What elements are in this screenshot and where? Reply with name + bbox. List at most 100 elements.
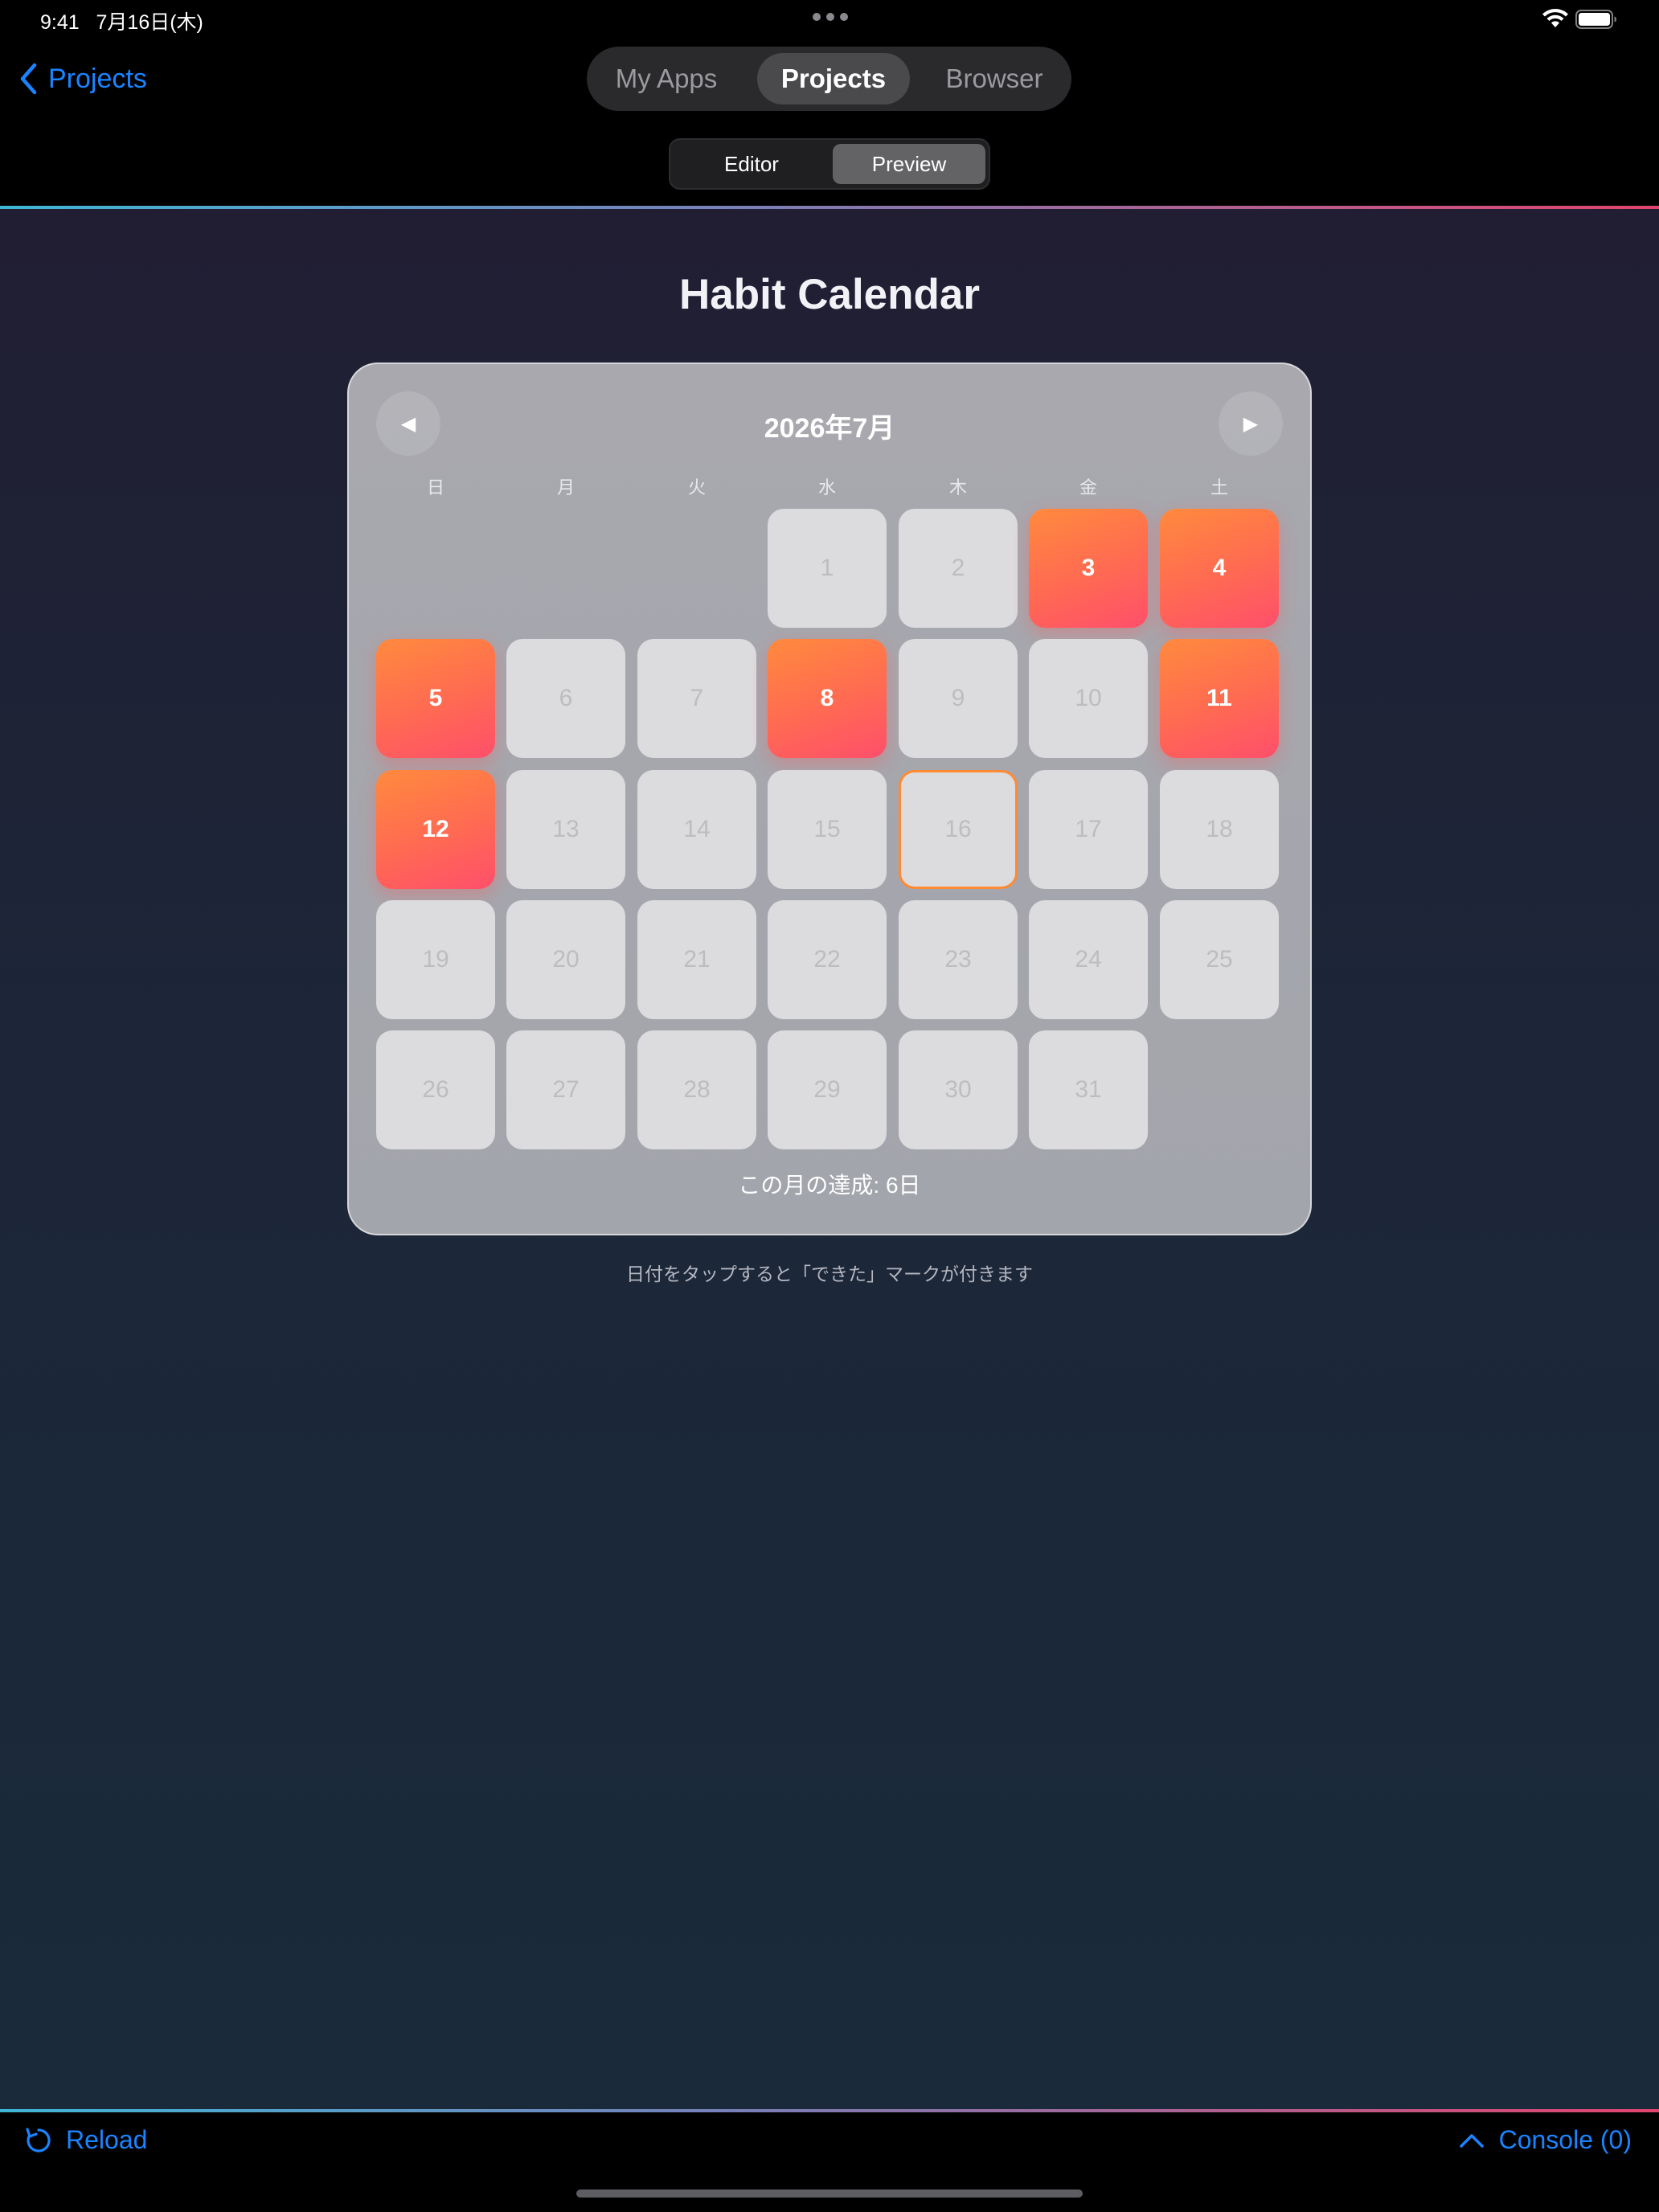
calendar-day-number: 5: [428, 685, 443, 711]
calendar-day[interactable]: 20: [506, 900, 625, 1019]
triangle-right-icon: ▶: [1243, 412, 1259, 435]
calendar-day[interactable]: 10: [1029, 639, 1148, 758]
weekday-label: 水: [817, 477, 836, 498]
chevron-up-icon: [1459, 2133, 1484, 2148]
calendar-day-number: 22: [813, 946, 841, 973]
calendar-day[interactable]: 13: [506, 770, 625, 889]
bottom-divider: [0, 2109, 1659, 2112]
calendar-day-number: 25: [1206, 946, 1233, 973]
calendar-day-number: 18: [1206, 816, 1233, 842]
battery-icon: [1575, 10, 1616, 29]
calendar-day-number: 24: [1075, 946, 1102, 973]
calendar-day[interactable]: 24: [1029, 900, 1148, 1019]
calendar-day-number: 13: [552, 816, 580, 842]
calendar-day-number: 17: [1075, 816, 1102, 842]
calendar-day[interactable]: 26: [376, 1030, 495, 1149]
calendar-day[interactable]: 4: [1160, 509, 1279, 628]
calendar-day[interactable]: 5: [376, 639, 495, 758]
calendar-day[interactable]: 23: [899, 900, 1018, 1019]
calendar-day[interactable]: 1: [768, 509, 887, 628]
calendar-day-number: 6: [559, 685, 573, 711]
calendar-day[interactable]: 2: [899, 509, 1018, 628]
weekday-label: 金: [1079, 477, 1097, 498]
calendar-day[interactable]: 27: [506, 1030, 625, 1149]
calendar-day[interactable]: 16: [899, 770, 1018, 889]
calendar-day[interactable]: 12: [376, 770, 495, 889]
calendar-day[interactable]: 31: [1029, 1030, 1148, 1149]
tab-browser[interactable]: Browser: [926, 53, 1063, 104]
calendar-day-number: 15: [813, 816, 841, 842]
calendar-day-number: 20: [552, 946, 580, 973]
calendar-day-number: 7: [690, 685, 704, 711]
calendar-day[interactable]: 6: [506, 639, 625, 758]
calendar-day-number: 26: [422, 1076, 449, 1103]
calendar-day-number: 2: [951, 555, 965, 581]
weekday-label: 月: [556, 477, 575, 498]
reload-icon: [26, 2127, 51, 2153]
page-title: Habit Calendar: [678, 271, 981, 318]
editor-preview-toggle: Editor Preview: [669, 138, 990, 190]
weekday-label: 火: [687, 477, 706, 498]
calendar-day[interactable]: 17: [1029, 770, 1148, 889]
calendar-day-number: 8: [820, 685, 834, 711]
console-button[interactable]: Console (0): [1459, 2125, 1632, 2155]
weekday-label: 日: [426, 477, 444, 498]
calendar-day[interactable]: 30: [899, 1030, 1018, 1149]
next-month-button[interactable]: ▶: [1219, 391, 1283, 456]
status-time: 9:41 7月16日(木): [40, 11, 203, 34]
calendar-day-number: 31: [1075, 1076, 1102, 1103]
calendar-day[interactable]: 22: [768, 900, 887, 1019]
home-indicator: [576, 2189, 1083, 2198]
calendar-day[interactable]: 9: [899, 639, 1018, 758]
editor-mode-button[interactable]: Editor: [675, 144, 828, 184]
calendar-day[interactable]: 11: [1160, 639, 1279, 758]
calendar-day[interactable]: 29: [768, 1030, 887, 1149]
calendar-day-number: 4: [1212, 555, 1227, 581]
calendar-day[interactable]: 21: [637, 900, 756, 1019]
console-label: Console (0): [1498, 2125, 1632, 2154]
month-title: 2026年7月: [764, 413, 895, 444]
calendar-day-number: 3: [1081, 555, 1096, 581]
back-label: Projects: [48, 63, 147, 94]
calendar-day[interactable]: 3: [1029, 509, 1148, 628]
monthly-summary: この月の達成: 6日: [738, 1173, 921, 1198]
calendar-day-number: 12: [422, 816, 449, 842]
calendar-day-number: 21: [683, 946, 711, 973]
weekday-label: 土: [1210, 477, 1228, 498]
calendar-day-number: 29: [813, 1076, 841, 1103]
chevron-left-icon: [20, 63, 37, 95]
calendar-day-number: 1: [820, 555, 834, 581]
calendar-day-number: 30: [944, 1076, 972, 1103]
tab-my-apps[interactable]: My Apps: [598, 53, 735, 104]
calendar-day-number: 16: [944, 816, 972, 842]
status-bar: 9:41 7月16日(木): [0, 0, 1659, 40]
calendar-day[interactable]: 15: [768, 770, 887, 889]
back-button[interactable]: Projects: [19, 58, 147, 100]
preview-mode-button[interactable]: Preview: [833, 144, 985, 184]
calendar-day-number: 19: [422, 946, 449, 973]
calendar-card: ◀ 2026年7月 ▶ 日 月 火 水 木 金 土 1 2 3 4 5 6 7 8 9 10 11 1…: [347, 363, 1312, 1235]
calendar-day[interactable]: 8: [768, 639, 887, 758]
wifi-icon: [1542, 9, 1568, 27]
reload-button[interactable]: Reload: [24, 2125, 147, 2155]
calendar-day[interactable]: 18: [1160, 770, 1279, 889]
calendar-day[interactable]: 19: [376, 900, 495, 1019]
calendar-day-number: 27: [552, 1076, 580, 1103]
calendar-day[interactable]: 7: [637, 639, 756, 758]
calendar-day-number: 23: [944, 946, 972, 973]
reload-label: Reload: [66, 2125, 148, 2154]
app-section-tabs: My Apps Projects Browser: [587, 47, 1071, 111]
calendar-day[interactable]: 14: [637, 770, 756, 889]
calendar-day[interactable]: 25: [1160, 900, 1279, 1019]
calendar-day-number: 10: [1075, 685, 1102, 711]
multitasking-dots-icon[interactable]: [813, 13, 848, 21]
calendar-day-number: 11: [1206, 685, 1232, 711]
tab-projects[interactable]: Projects: [757, 53, 910, 104]
calendar-day[interactable]: 28: [637, 1030, 756, 1149]
weekday-label: 木: [948, 477, 967, 498]
calendar-day-number: 14: [683, 816, 711, 842]
calendar-day-number: 28: [683, 1076, 711, 1103]
calendar-day-number: 9: [951, 685, 965, 711]
preview-area: Habit Calendar ◀ 2026年7月 ▶ 日 月 火 水 木 金 土…: [0, 209, 1659, 2109]
hint-text: 日付をタップすると「できた」マークが付きます: [626, 1264, 1033, 1284]
